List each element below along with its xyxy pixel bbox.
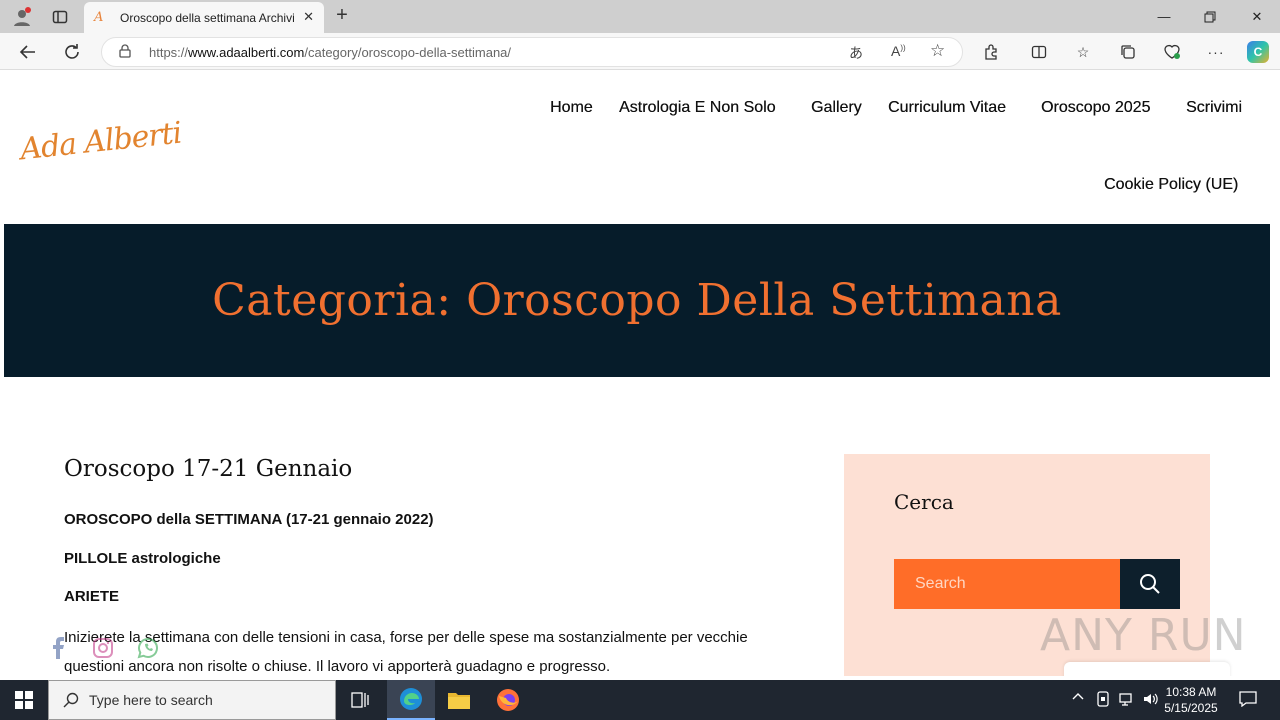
copilot-icon[interactable]: C [1247,41,1269,63]
instagram-icon[interactable] [90,635,116,661]
edge-taskbar-icon[interactable] [387,680,435,720]
lock-icon[interactable] [119,44,131,61]
more-options-icon[interactable]: ··· [1205,41,1227,63]
search-button[interactable] [1120,559,1180,609]
task-view-icon[interactable] [336,680,384,720]
device-icon[interactable] [1096,691,1110,710]
split-screen-icon[interactable] [1028,41,1050,63]
post-section: PILLOLE astrologiche [64,550,221,567]
refresh-icon[interactable] [60,40,84,64]
site-favicon-icon: A [94,10,104,25]
category-title: Categoria: Oroscopo Della Settimana [212,275,1062,326]
favorites-icon[interactable]: ☆ [1072,41,1094,63]
search-icon [63,692,79,708]
url-text: https://www.adaalberti.com/category/oros… [149,45,512,60]
menu-item-home[interactable]: Home [550,99,593,117]
category-banner: Categoria: Oroscopo Della Settimana [4,224,1270,377]
clock-time: 10:38 AM [1165,685,1217,699]
tray-overflow-icon[interactable] [1072,691,1084,706]
favorite-star-icon[interactable]: ☆ [930,41,945,61]
new-tab-icon[interactable]: + [331,4,353,27]
facebook-icon[interactable] [45,635,71,661]
menu-item-astrologia[interactable]: Astrologia E Non Solo [619,99,776,117]
extensions-icon[interactable] [980,41,1002,63]
menu-item-curriculum[interactable]: Curriculum Vitae [888,99,1006,117]
browser-tab-bar: A Oroscopo della settimana Archivi ✕ + —… [0,0,1280,33]
menu-item-cookie-policy[interactable]: Cookie Policy (UE) [1104,176,1238,194]
system-clock[interactable]: 10:38 AM 5/15/2025 [1160,684,1222,716]
taskbar-search-text: Type here to search [89,692,213,708]
close-window-icon[interactable]: ✕ [1234,0,1280,33]
post-subtitle: OROSCOPO della SETTIMANA (17-21 gennaio … [64,511,434,528]
menu-item-oroscopo-2025[interactable]: Oroscopo 2025 [1041,99,1150,117]
post-body: Inizierete la settimana con delle tensio… [64,629,748,675]
profile-icon[interactable] [11,6,33,28]
network-icon[interactable] [1119,691,1135,710]
web-page: Ada Alberti Home Astrologia E Non Solo G… [4,70,1270,676]
search-input[interactable] [894,559,1120,609]
notifications-icon[interactable] [1239,691,1257,710]
taskbar-search[interactable]: Type here to search [48,680,336,720]
widget-title: Cerca [894,490,954,514]
post-sign: ARIETE [64,588,120,605]
browser-essentials-icon[interactable] [1161,41,1183,63]
firefox-icon[interactable] [484,680,532,720]
windows-start-icon[interactable] [0,680,48,720]
close-tab-icon[interactable]: ✕ [303,9,314,25]
menu-item-scrivimi[interactable]: Scrivimi [1186,99,1242,117]
post-title[interactable]: Oroscopo 17-21 Gennaio [64,456,352,482]
translate-icon[interactable]: あ [849,43,863,63]
address-bar[interactable]: https://www.adaalberti.com/category/oros… [101,37,963,67]
file-explorer-icon[interactable] [435,680,483,720]
menu-item-gallery[interactable]: Gallery [811,99,862,117]
collections-icon[interactable] [1117,41,1139,63]
clock-date: 5/15/2025 [1164,701,1218,715]
read-aloud-icon[interactable]: A)) [891,43,906,59]
site-logo[interactable]: Ada Alberti [19,116,183,168]
whatsapp-icon[interactable] [135,635,161,661]
back-icon[interactable] [16,40,40,64]
search-icon [1140,574,1160,594]
minimize-icon[interactable]: — [1141,0,1187,33]
tab-title: Oroscopo della settimana Archivi [120,10,295,25]
browser-tab[interactable]: A Oroscopo della settimana Archivi ✕ [84,2,324,33]
chat-widget-tab[interactable] [1064,662,1230,676]
restore-icon[interactable] [1187,0,1233,33]
volume-icon[interactable] [1142,691,1158,710]
tab-actions-icon[interactable] [49,6,71,28]
browser-toolbar: https://www.adaalberti.com/category/oros… [0,33,1280,70]
windows-taskbar: Type here to search 10:38 AM 5/15/2025 [0,680,1280,720]
anyrun-watermark: ANY RUN [1040,610,1247,661]
